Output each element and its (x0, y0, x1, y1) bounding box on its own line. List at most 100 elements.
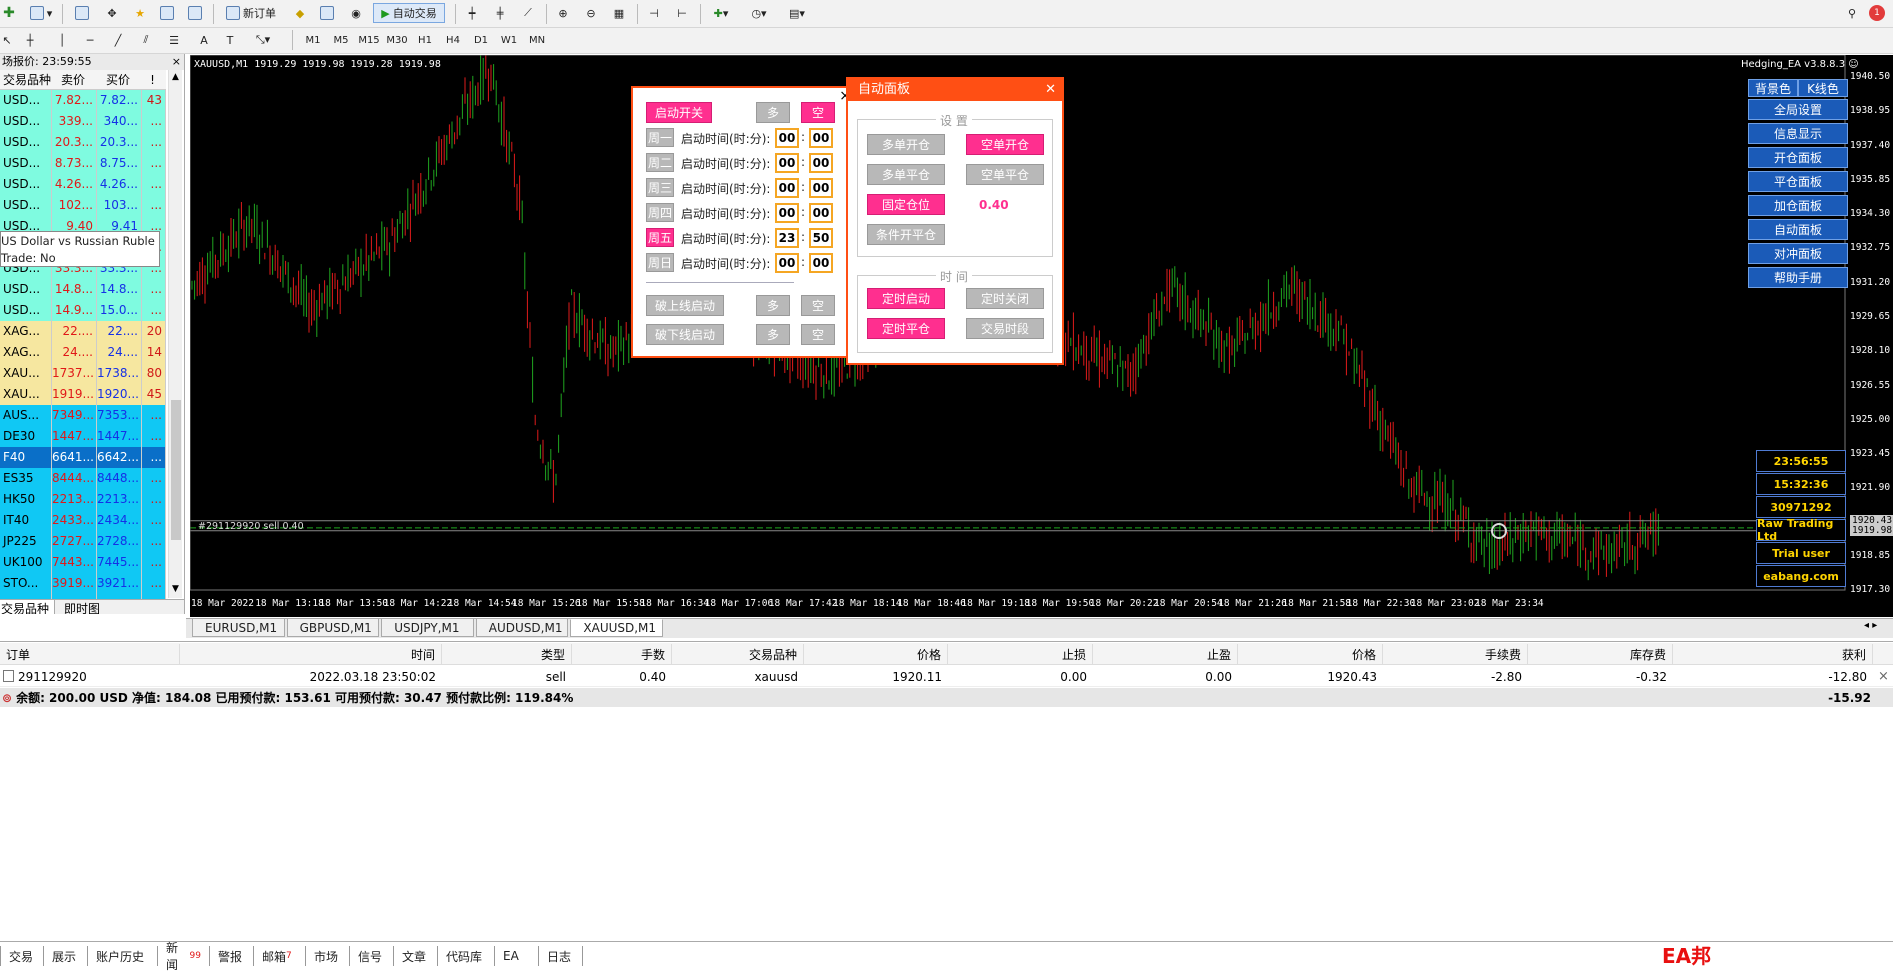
tab-symbols[interactable]: 交易品种 (0, 600, 55, 614)
terminal-tab[interactable]: 邮箱 7 (254, 946, 306, 966)
hour-input[interactable]: 00 (775, 153, 799, 173)
market-watch-row[interactable]: USD... 20.3... 20.3...... (0, 132, 166, 153)
horizontal-line-icon[interactable]: ─ (80, 30, 100, 50)
channel-icon[interactable]: ⫽ (136, 30, 156, 50)
market-watch-row[interactable]: USD... 4.26... 4.26...... (0, 174, 166, 195)
market-watch-row[interactable]: AUS... 7349... 7353...... (0, 405, 166, 426)
periods-icon[interactable]: ◷▾ (744, 3, 774, 23)
close-order-icon[interactable]: × (1878, 669, 1889, 684)
tile-windows-icon[interactable]: ▦ (609, 3, 629, 23)
crosshair-tool-icon[interactable]: ┼ (20, 30, 40, 50)
metaeditor-icon[interactable]: ◆ (290, 3, 310, 23)
timeframe-w1[interactable]: W1 (496, 31, 522, 49)
col-commission[interactable]: 手续费 (1383, 644, 1528, 664)
day-button[interactable]: 周五 (646, 228, 674, 247)
line-chart-icon[interactable]: ⟋ (518, 3, 538, 23)
cursor-icon[interactable]: ↖ (0, 30, 14, 50)
tab-tick-chart[interactable]: 即时图 (64, 600, 100, 614)
col-time[interactable]: 时间 (180, 644, 442, 664)
chart-tab[interactable]: AUDUSD,M1 (475, 619, 569, 637)
ea-side-button[interactable]: 信息显示 (1748, 123, 1848, 144)
col-tp[interactable]: 止盈 (1093, 644, 1238, 664)
indicators-icon[interactable]: ✚ ▾ (706, 3, 736, 23)
market-watch-row[interactable]: UK100 7443... 7445...... (0, 552, 166, 573)
minute-input[interactable]: 00 (809, 153, 833, 173)
short-open-button[interactable]: 空单开仓 (966, 134, 1044, 155)
ea-side-button[interactable]: 开仓面板 (1748, 147, 1848, 168)
ea-side-button[interactable]: 自动面板 (1748, 219, 1848, 240)
new-chart-icon[interactable]: ✚ (0, 3, 18, 23)
ea-side-button[interactable]: 帮助手册 (1748, 267, 1848, 288)
break-up-button[interactable]: 破上线启动 (646, 295, 724, 316)
market-watch-close-icon[interactable]: × (172, 54, 181, 70)
timeframe-mn[interactable]: MN (524, 31, 550, 49)
minute-input[interactable]: 00 (809, 203, 833, 223)
market-watch-row[interactable]: XAG... 24.... 24.... 14 (0, 342, 166, 363)
scroll-thumb[interactable] (171, 400, 181, 540)
candle-chart-icon[interactable]: ╪ (490, 3, 510, 23)
market-watch-row[interactable]: STO... 3919... 3921...... (0, 573, 166, 594)
hour-input[interactable]: 00 (775, 203, 799, 223)
timer-stop-button[interactable]: 定时关闭 (966, 288, 1044, 309)
timer-start-button[interactable]: 定时启动 (867, 288, 945, 309)
zoom-out-icon[interactable]: ⊖ (581, 3, 601, 23)
auto-scroll-icon[interactable]: ⊣ (644, 3, 664, 23)
terminal-tab[interactable]: 信号 (350, 946, 394, 966)
terminal-icon[interactable] (186, 3, 206, 23)
col-symbol[interactable]: 交易品种 (672, 644, 804, 664)
col-symbol[interactable]: 交易品种 (0, 71, 52, 88)
bar-chart-icon[interactable]: ┿ (462, 3, 482, 23)
day-button[interactable]: 周日 (646, 253, 674, 272)
col-lots[interactable]: 手数 (572, 644, 672, 664)
ea-side-button[interactable]: 全局设置 (1748, 99, 1848, 120)
short-close-button[interactable]: 空单平仓 (966, 164, 1044, 185)
timeframe-m15[interactable]: M15 (356, 31, 382, 49)
terminal-tab[interactable]: 交易 (0, 946, 44, 966)
market-watch-row[interactable]: F40 6641... 6642...... (0, 447, 166, 468)
market-watch-row[interactable]: IT40 2433... 2434...... (0, 510, 166, 531)
timeframe-m1[interactable]: M1 (300, 31, 326, 49)
col-id[interactable]: 订单 (0, 644, 180, 664)
day-button[interactable]: 周一 (646, 128, 674, 147)
vertical-line-icon[interactable]: │ (52, 30, 72, 50)
navigator-icon[interactable] (158, 3, 178, 23)
scroll-up-icon[interactable]: ▲ (172, 72, 179, 82)
break-down-button[interactable]: 破下线启动 (646, 324, 724, 345)
minute-input[interactable]: 50 (809, 228, 833, 248)
market-watch-row[interactable]: XAU... 1737... 1738... 80 (0, 363, 166, 384)
market-watch-row[interactable]: ES35 8444... 8448...... (0, 468, 166, 489)
terminal-tab[interactable]: EA (495, 946, 539, 966)
market-watch-row[interactable]: JP225 2727... 2728...... (0, 531, 166, 552)
profiles-icon[interactable]: ▾ (28, 3, 54, 23)
chart-tab[interactable]: XAUUSD,M1 (570, 619, 663, 637)
terminal-tab[interactable]: 代码库 (438, 946, 495, 966)
break-up-long-button[interactable]: 多 (756, 295, 790, 316)
day-button[interactable]: 周二 (646, 153, 674, 172)
schedule-short-button[interactable]: 空 (801, 102, 835, 123)
search-icon[interactable]: ⚲ (1842, 3, 1862, 23)
break-up-short-button[interactable]: 空 (801, 295, 835, 316)
ea-side-button[interactable]: 平仓面板 (1748, 171, 1848, 192)
background-color-button[interactable]: 背景色 (1748, 79, 1798, 97)
tester-icon[interactable] (318, 3, 338, 23)
scroll-down-icon[interactable]: ▼ (172, 584, 179, 594)
ea-side-button[interactable]: 加仓面板 (1748, 195, 1848, 216)
chart-shift-icon[interactable]: ⊢ (672, 3, 692, 23)
col-profit[interactable]: 获利 (1673, 644, 1873, 664)
long-close-button[interactable]: 多单平仓 (867, 164, 945, 185)
timeframe-m5[interactable]: M5 (328, 31, 354, 49)
day-button[interactable]: 周三 (646, 178, 674, 197)
fibo-icon[interactable]: ☰ (164, 30, 184, 50)
market-watch-row[interactable]: XAU... 1919... 1920... 45 (0, 384, 166, 405)
terminal-tab[interactable]: 日志 (539, 946, 583, 966)
minute-input[interactable]: 00 (809, 178, 833, 198)
zoom-in-icon[interactable]: ⊕ (553, 3, 573, 23)
arrows-icon[interactable]: ⤡▾ (248, 30, 278, 50)
timer-close-button[interactable]: 定时平仓 (867, 318, 945, 339)
market-watch-row[interactable]: USD... 339... 340...... (0, 111, 166, 132)
market-watch-scrollbar[interactable]: ▲ ▼ (168, 70, 182, 598)
start-switch-button[interactable]: 启动开关 (646, 102, 712, 123)
col-swap[interactable]: 库存费 (1528, 644, 1673, 664)
terminal-tab[interactable]: 账户历史 (88, 946, 158, 966)
tabs-scroll-icon[interactable]: ◂ ▸ (1864, 620, 1877, 631)
